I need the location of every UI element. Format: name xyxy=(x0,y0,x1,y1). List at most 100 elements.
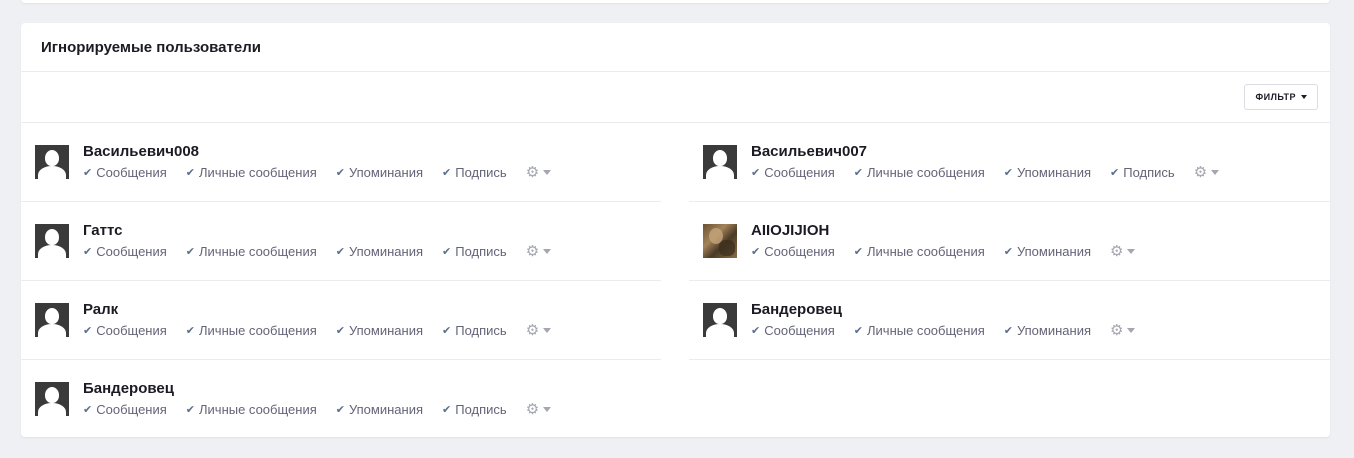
option-label: Личные сообщения xyxy=(199,323,317,338)
panel-toolbar: ФИЛЬТР xyxy=(21,72,1330,123)
option-personal-messages: ✔ Личные сообщения xyxy=(854,323,985,338)
avatar[interactable] xyxy=(35,382,69,416)
option-mentions: ✔ Упоминания xyxy=(336,402,423,417)
option-signature: ✔ Подпись xyxy=(442,244,507,259)
check-icon: ✔ xyxy=(83,167,93,179)
option-messages: ✔ Сообщения xyxy=(751,323,835,338)
settings-menu-button[interactable]: ⚙ xyxy=(525,401,552,418)
avatar[interactable] xyxy=(703,145,737,179)
option-signature: ✔ Подпись xyxy=(442,402,507,417)
option-label: Сообщения xyxy=(96,165,167,180)
option-label: Личные сообщения xyxy=(867,244,985,259)
check-icon: ✔ xyxy=(1003,167,1013,179)
option-label: Упоминания xyxy=(1016,244,1092,259)
check-icon: ✔ xyxy=(853,167,863,179)
ignore-options: ✔ Сообщения ✔ Личные сообщения ✔ Упоминания… xyxy=(751,164,1220,181)
ignored-users-list: Васильевич008 ✔ Сообщения ✔ Личные сообщен… xyxy=(21,123,1330,437)
username-link[interactable]: Бандеровец xyxy=(83,380,174,397)
check-icon: ✔ xyxy=(751,167,761,179)
list-item: AIIOJIJIOH ✔ Сообщения ✔ Личные сообщения … xyxy=(689,202,1330,281)
username-link[interactable]: AIIOJIJIOH xyxy=(751,222,829,239)
option-label: Личные сообщения xyxy=(199,165,317,180)
check-icon: ✔ xyxy=(335,246,345,258)
check-icon: ✔ xyxy=(1003,325,1013,337)
settings-menu-button[interactable]: ⚙ xyxy=(1193,164,1220,181)
avatar[interactable] xyxy=(35,303,69,337)
check-icon: ✔ xyxy=(751,246,761,258)
avatar[interactable] xyxy=(35,224,69,258)
gear-icon: ⚙ xyxy=(1110,243,1124,260)
option-label: Упоминания xyxy=(1016,165,1092,180)
option-label: Упоминания xyxy=(348,402,424,417)
check-icon: ✔ xyxy=(442,167,452,179)
caret-down-icon xyxy=(1127,249,1136,254)
gear-icon: ⚙ xyxy=(525,401,540,418)
settings-menu-button[interactable]: ⚙ xyxy=(526,165,552,180)
check-icon: ✔ xyxy=(185,404,195,416)
username-link[interactable]: Бандеровец xyxy=(751,301,842,318)
option-label: Сообщения xyxy=(764,323,835,338)
option-personal-messages: ✔ Личные сообщения xyxy=(186,244,317,259)
settings-menu-button[interactable]: ⚙ xyxy=(525,243,552,260)
check-icon: ✔ xyxy=(442,325,452,337)
list-item: Бандеровец ✔ Сообщения ✔ Личные сообщения … xyxy=(689,281,1330,360)
check-icon: ✔ xyxy=(185,325,195,337)
avatar[interactable] xyxy=(35,145,69,179)
username-link[interactable]: Ралк xyxy=(83,301,118,318)
check-icon: ✔ xyxy=(335,325,345,337)
filter-button[interactable]: ФИЛЬТР xyxy=(1244,84,1318,110)
option-messages: ✔ Сообщения xyxy=(751,165,835,180)
avatar[interactable] xyxy=(703,303,737,337)
check-icon: ✔ xyxy=(335,404,345,416)
panel-header: Игнорируемые пользователи xyxy=(21,23,1330,72)
check-icon: ✔ xyxy=(83,325,93,337)
check-icon: ✔ xyxy=(853,246,863,258)
check-icon: ✔ xyxy=(853,325,863,337)
option-signature: ✔ Подпись xyxy=(442,323,507,338)
option-label: Сообщения xyxy=(764,244,835,259)
username-link[interactable]: Васильевич008 xyxy=(83,143,199,160)
option-mentions: ✔ Упоминания xyxy=(336,165,423,180)
check-icon: ✔ xyxy=(442,246,452,258)
caret-down-icon xyxy=(543,328,552,333)
option-messages: ✔ Сообщения xyxy=(751,244,835,259)
option-label: Сообщения xyxy=(764,165,835,180)
check-icon: ✔ xyxy=(185,246,195,258)
avatar[interactable] xyxy=(703,224,737,258)
filter-button-label: ФИЛЬТР xyxy=(1255,92,1296,102)
option-personal-messages: ✔ Личные сообщения xyxy=(186,165,317,180)
settings-menu-button[interactable]: ⚙ xyxy=(526,323,552,338)
settings-menu-button[interactable]: ⚙ xyxy=(1110,323,1136,338)
option-personal-messages: ✔ Личные сообщения xyxy=(854,165,985,180)
gear-icon: ⚙ xyxy=(525,243,540,260)
caret-down-icon xyxy=(543,170,552,175)
gear-icon: ⚙ xyxy=(1193,164,1208,181)
option-label: Личные сообщения xyxy=(867,165,985,180)
ignore-options: ✔ Сообщения ✔ Личные сообщения ✔ Упоминания… xyxy=(83,243,552,260)
option-label: Упоминания xyxy=(348,323,424,338)
panel-title: Игнорируемые пользователи xyxy=(41,38,261,56)
check-icon: ✔ xyxy=(185,167,195,179)
list-item: Васильевич007 ✔ Сообщения ✔ Личные сообщен… xyxy=(689,123,1330,202)
option-label: Личные сообщения xyxy=(867,323,985,338)
option-label: Упоминания xyxy=(348,165,424,180)
username-link[interactable]: Васильевич007 xyxy=(751,143,867,160)
caret-down-icon xyxy=(543,407,552,412)
check-icon: ✔ xyxy=(1110,167,1120,179)
settings-menu-button[interactable]: ⚙ xyxy=(1110,243,1136,260)
right-column: Васильевич007 ✔ Сообщения ✔ Личные сообщен… xyxy=(689,123,1330,360)
option-mentions: ✔ Упоминания xyxy=(336,323,423,338)
option-label: Подпись xyxy=(455,402,507,417)
check-icon: ✔ xyxy=(335,167,345,179)
caret-down-icon xyxy=(1127,328,1136,333)
ignore-options: ✔ Сообщения ✔ Личные сообщения ✔ Упоминания… xyxy=(83,165,552,180)
username-link[interactable]: Гаттс xyxy=(83,222,123,239)
option-label: Сообщения xyxy=(96,244,167,259)
option-signature: ✔ Подпись xyxy=(1110,165,1175,180)
ignore-options: ✔ Сообщения ✔ Личные сообщения ✔ Упоминания… xyxy=(751,243,1136,260)
list-item: Ралк ✔ Сообщения ✔ Личные сообщения ✔ Упоми… xyxy=(21,281,661,360)
option-label: Подпись xyxy=(455,244,507,259)
check-icon: ✔ xyxy=(1003,246,1013,258)
option-label: Личные сообщения xyxy=(199,244,317,259)
check-icon: ✔ xyxy=(83,404,93,416)
